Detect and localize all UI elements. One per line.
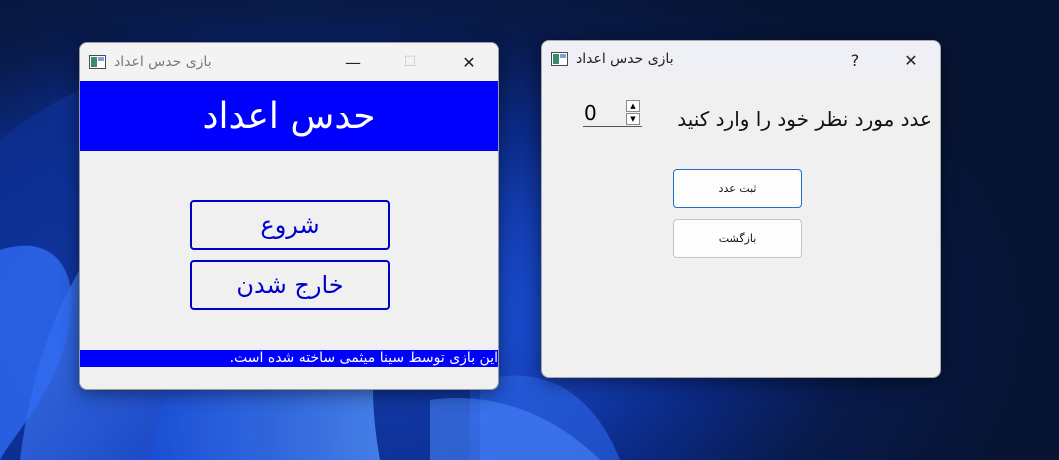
page-title: حدس اعداد bbox=[202, 95, 376, 137]
back-button[interactable]: بازگشت bbox=[673, 219, 802, 258]
main-titlebar[interactable]: بازی حدس اعداد — ☐ ✕ bbox=[80, 43, 498, 81]
start-button[interactable]: شروع bbox=[190, 200, 390, 250]
main-window: بازی حدس اعداد — ☐ ✕ حدس اعداد شروع خارج… bbox=[79, 42, 499, 390]
number-spinbox[interactable]: 0 ▲ ▼ bbox=[583, 100, 642, 127]
app-icon bbox=[89, 55, 106, 69]
exit-button[interactable]: خارج شدن bbox=[190, 260, 390, 310]
dialog-titlebar[interactable]: بازی حدس اعداد ? ✕ bbox=[542, 41, 940, 79]
minimize-button[interactable]: — bbox=[330, 43, 376, 81]
app-icon bbox=[551, 52, 568, 66]
maximize-button[interactable]: ☐ bbox=[387, 43, 433, 81]
close-button[interactable]: ✕ bbox=[888, 41, 934, 79]
help-button[interactable]: ? bbox=[832, 41, 878, 79]
guess-dialog: بازی حدس اعداد ? ✕ 0 ▲ ▼ عدد مورد نظر خو… bbox=[541, 40, 941, 378]
spin-down-arrow-icon[interactable]: ▼ bbox=[626, 113, 640, 125]
submit-number-button[interactable]: ثبت عدد bbox=[673, 169, 802, 208]
header-banner: حدس اعداد bbox=[80, 81, 498, 151]
guess-prompt-label: عدد مورد نظر خود را وارد کنید bbox=[677, 107, 932, 131]
credits-text: این بازی توسط سینا میثمی ساخته شده است. bbox=[229, 350, 498, 366]
dialog-title: بازی حدس اعداد bbox=[576, 51, 674, 67]
number-input[interactable]: 0 bbox=[583, 100, 625, 126]
spin-up-arrow-icon[interactable]: ▲ bbox=[626, 100, 640, 112]
close-button[interactable]: ✕ bbox=[446, 43, 492, 81]
footer-banner: این بازی توسط سینا میثمی ساخته شده است. bbox=[80, 350, 498, 367]
window-title: بازی حدس اعداد bbox=[114, 54, 212, 70]
